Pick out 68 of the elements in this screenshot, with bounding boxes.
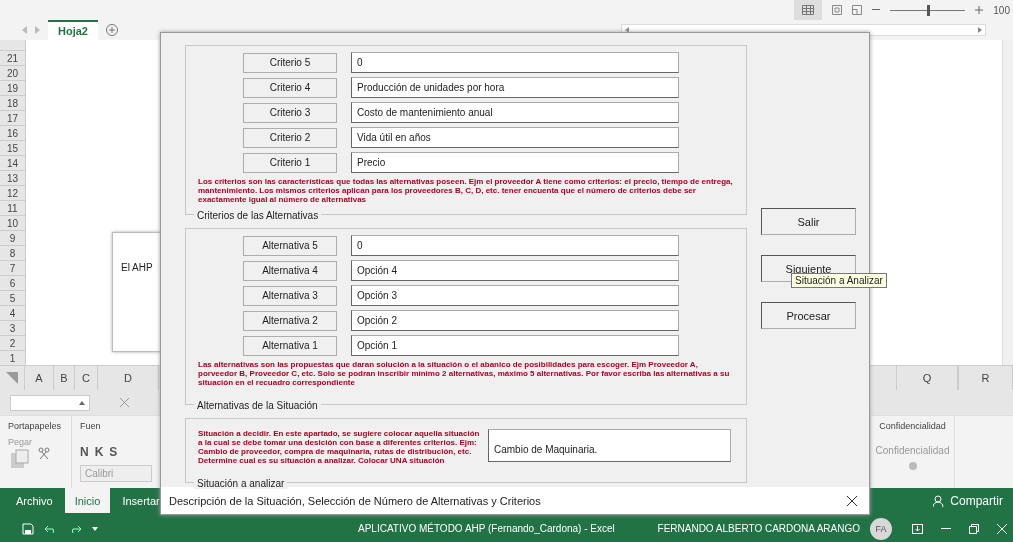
- criterion-button[interactable]: Criterio 4: [243, 77, 337, 98]
- share-button[interactable]: Compartir: [933, 488, 1003, 513]
- row-header[interactable]: 9: [0, 230, 25, 245]
- help-text: Los criterios son las características que todas las alternativas poseen. Ejm el proveedor A tiene como criterios: el precio, tiempo de entrega, mantenimiento. Los mismos criterios aplican para los proveedores B, C, D, etc. tener encuenta que el número de criterios debe ser exactamente igual al número de alternativas: [198, 177, 734, 204]
- dialog-button[interactable]: Salir: [761, 208, 856, 235]
- ribbon-tab[interactable]: Archivo: [6, 488, 63, 513]
- group-label: Confidencialidad: [879, 421, 946, 431]
- tooltip: Situación a Analizar: [791, 273, 887, 288]
- text-field[interactable]: Opción 1: [351, 335, 679, 356]
- row-header[interactable]: 16: [0, 125, 25, 140]
- alternative-button[interactable]: Alternativa 2: [243, 310, 337, 331]
- row-header[interactable]: 2: [0, 335, 25, 350]
- alternative-button[interactable]: Alternativa 1: [243, 335, 337, 356]
- font-style-button[interactable]: N: [80, 445, 89, 459]
- group-label: Portapapeles: [8, 421, 63, 431]
- dialog-title: Descripción de la Situación, Selección de Número de Alternativas y Criterios: [169, 494, 541, 507]
- text-field[interactable]: Opción 2: [351, 310, 679, 331]
- text-field[interactable]: Vida útil en años: [351, 127, 679, 148]
- group-title: Criterios de las Alternativas: [194, 210, 322, 221]
- text-field[interactable]: Precio: [351, 152, 679, 173]
- row-header[interactable]: 13: [0, 170, 25, 185]
- row-header[interactable]: 21: [0, 50, 25, 65]
- row-header[interactable]: 12: [0, 185, 25, 200]
- ribbon-tab[interactable]: Insertar: [112, 488, 170, 513]
- row-header[interactable]: 6: [0, 275, 25, 290]
- text-field[interactable]: 0: [351, 52, 679, 73]
- row-header[interactable]: 15: [0, 140, 25, 155]
- row-header[interactable]: 18: [0, 95, 25, 110]
- zoom-level[interactable]: 100: [993, 4, 1010, 16]
- row-header[interactable]: 8: [0, 245, 25, 260]
- row-header[interactable]: 14: [0, 155, 25, 170]
- help-text: Las alternativas son las propuestas que daran solución a la situación o el abanico de posibilidades para escoger. Ejm Proveedor A, porveedor B, Proveedor C, etc. Solo se podran inscribir mínimo 2 alternativas, máximo 5 alternativas. Por favor escriba las alternativas a su situación en el recuadro correspondiente: [198, 360, 731, 387]
- criterion-button[interactable]: Criterio 5: [243, 52, 337, 73]
- group-title: Alternativas de la Situación: [194, 400, 321, 411]
- row-header[interactable]: 3: [0, 320, 25, 335]
- paste-label: Pegar: [8, 437, 33, 447]
- text-field[interactable]: Cambio de Maquinaria.: [488, 429, 731, 462]
- criterion-button[interactable]: Criterio 3: [243, 102, 337, 123]
- user-name: FERNANDO ALBERTO CARDONA ARANGO: [657, 523, 860, 534]
- alternative-button[interactable]: Alternativa 5: [243, 235, 337, 256]
- font-style-button[interactable]: K: [94, 445, 104, 459]
- ribbon-tab[interactable]: Inicio: [64, 488, 111, 513]
- text-field[interactable]: Producción de unidades por hora: [351, 77, 679, 98]
- alternative-button[interactable]: Alternativa 4: [243, 260, 337, 281]
- row-header[interactable]: 7: [0, 260, 25, 275]
- row-header[interactable]: 20: [0, 65, 25, 80]
- help-text: Situación a decidir. En este apartado, se sugiere colocar aquella situación a la cual se debe tomar una desición con base a diferentes criterios. Ejm: Cambio de proveedor, compra de maquinaria, rutas de distribución, etc. Determine cual es su situación a analizar. Colocar UNA situación: [198, 429, 480, 465]
- window-title: APLICATIVO MÉTODO AHP (Fernando_Cardona) - Excel: [358, 523, 615, 534]
- row-header[interactable]: 4: [0, 305, 25, 320]
- group-title: Situación a analizar: [194, 478, 288, 489]
- dialog-button[interactable]: Procesar: [761, 302, 856, 329]
- row-header[interactable]: 11: [0, 200, 25, 215]
- sheet-tab[interactable]: Hoja2: [48, 20, 98, 40]
- text-field[interactable]: Costo de mantenimiento anual: [351, 102, 679, 123]
- row-header[interactable]: 19: [0, 80, 25, 95]
- text-field[interactable]: Opción 4: [351, 260, 679, 281]
- criterion-button[interactable]: Criterio 1: [243, 152, 337, 173]
- shape-text: El AHP: [121, 262, 153, 273]
- row-header[interactable]: 17: [0, 110, 25, 125]
- alternative-button[interactable]: Alternativa 3: [243, 285, 337, 306]
- criterion-button[interactable]: Criterio 2: [243, 127, 337, 148]
- text-field[interactable]: 0: [351, 235, 679, 256]
- text-field[interactable]: Opción 3: [351, 285, 679, 306]
- user-avatar[interactable]: FA: [870, 517, 892, 540]
- font-style-button[interactable]: S: [109, 445, 118, 459]
- row-header[interactable]: 10: [0, 215, 25, 230]
- row-header[interactable]: 5: [0, 290, 25, 305]
- group-label: Fuen: [80, 421, 102, 431]
